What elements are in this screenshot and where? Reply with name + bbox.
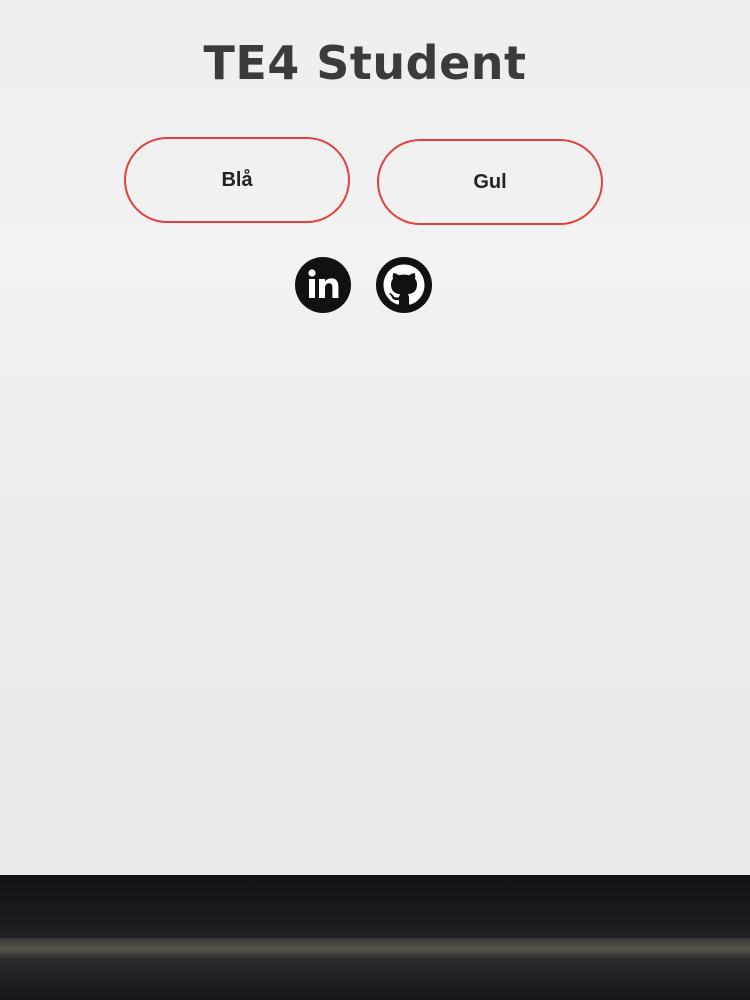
bla-button[interactable]: Blå xyxy=(124,137,350,223)
gul-button[interactable]: Gul xyxy=(377,139,603,225)
github-icon[interactable] xyxy=(375,256,433,314)
screen: TE4 Student Blå Gul xyxy=(0,0,750,875)
linkedin-icon[interactable] xyxy=(294,256,352,314)
page-title: TE4 Student xyxy=(203,36,527,90)
monitor-frame-edge xyxy=(0,938,750,960)
